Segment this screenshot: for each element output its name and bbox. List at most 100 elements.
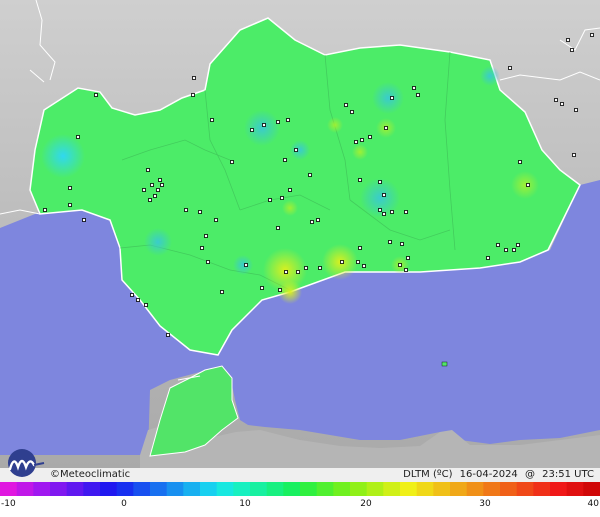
station-marker-icon[interactable] (350, 110, 354, 114)
station-marker-icon[interactable] (358, 246, 362, 250)
station-marker-icon[interactable] (398, 263, 402, 267)
station-marker-icon[interactable] (76, 135, 80, 139)
caption-date: 16-04-2024 (459, 469, 518, 480)
station-marker-icon[interactable] (560, 102, 564, 106)
station-marker-icon[interactable] (150, 183, 154, 187)
scale-swatch (50, 482, 68, 496)
scale-swatch (333, 482, 351, 496)
station-marker-icon[interactable] (496, 243, 500, 247)
station-marker-icon[interactable] (130, 293, 134, 297)
station-marker-icon[interactable] (512, 248, 516, 252)
station-marker-icon[interactable] (400, 242, 404, 246)
station-marker-icon[interactable] (378, 208, 382, 212)
station-marker-icon[interactable] (43, 208, 47, 212)
station-marker-icon[interactable] (278, 288, 282, 292)
station-marker-icon[interactable] (362, 264, 366, 268)
station-marker-icon[interactable] (590, 33, 594, 37)
station-marker-icon[interactable] (360, 138, 364, 142)
scale-swatch (150, 482, 168, 496)
station-marker-icon[interactable] (516, 243, 520, 247)
station-marker-icon[interactable] (296, 270, 300, 274)
station-marker-icon[interactable] (304, 266, 308, 270)
station-marker-icon[interactable] (94, 93, 98, 97)
station-marker-icon[interactable] (356, 260, 360, 264)
station-marker-icon[interactable] (554, 98, 558, 102)
station-marker-icon[interactable] (574, 108, 578, 112)
station-marker-icon[interactable] (486, 256, 490, 260)
station-marker-icon[interactable] (340, 260, 344, 264)
station-marker-icon[interactable] (160, 183, 164, 187)
copyright-symbol: © (50, 469, 60, 480)
station-marker-icon[interactable] (416, 93, 420, 97)
station-marker-icon[interactable] (358, 178, 362, 182)
station-marker-icon[interactable] (250, 128, 254, 132)
station-marker-icon[interactable] (382, 193, 386, 197)
station-marker-icon[interactable] (68, 186, 72, 190)
station-marker-icon[interactable] (166, 333, 170, 337)
warm-spot (327, 117, 343, 133)
station-marker-icon[interactable] (378, 180, 382, 184)
station-marker-icon[interactable] (142, 188, 146, 192)
station-marker-icon[interactable] (144, 303, 148, 307)
station-marker-icon[interactable] (504, 248, 508, 252)
station-marker-icon[interactable] (390, 210, 394, 214)
station-marker-icon[interactable] (404, 210, 408, 214)
station-marker-icon[interactable] (184, 208, 188, 212)
station-marker-icon[interactable] (148, 198, 152, 202)
station-marker-icon[interactable] (390, 96, 394, 100)
station-marker-icon[interactable] (230, 160, 234, 164)
station-marker-icon[interactable] (308, 173, 312, 177)
station-marker-icon[interactable] (310, 220, 314, 224)
station-marker-icon[interactable] (204, 234, 208, 238)
station-marker-icon[interactable] (508, 66, 512, 70)
station-marker-icon[interactable] (153, 194, 157, 198)
station-marker-icon[interactable] (210, 118, 214, 122)
station-marker-icon[interactable] (294, 148, 298, 152)
station-marker-icon[interactable] (406, 256, 410, 260)
station-marker-icon[interactable] (368, 135, 372, 139)
station-marker-icon[interactable] (566, 38, 570, 42)
station-marker-icon[interactable] (276, 120, 280, 124)
station-marker-icon[interactable] (146, 168, 150, 172)
station-marker-icon[interactable] (316, 218, 320, 222)
station-marker-icon[interactable] (284, 270, 288, 274)
station-marker-icon[interactable] (136, 298, 140, 302)
station-marker-icon[interactable] (280, 196, 284, 200)
station-marker-icon[interactable] (318, 266, 322, 270)
station-marker-icon[interactable] (288, 188, 292, 192)
scale-swatch (416, 482, 434, 496)
station-marker-icon[interactable] (262, 123, 266, 127)
station-marker-icon[interactable] (82, 218, 86, 222)
station-marker-icon[interactable] (404, 268, 408, 272)
station-marker-icon[interactable] (206, 260, 210, 264)
station-marker-icon[interactable] (412, 86, 416, 90)
station-marker-icon[interactable] (572, 153, 576, 157)
station-marker-icon[interactable] (344, 103, 348, 107)
station-marker-icon[interactable] (283, 158, 287, 162)
scale-tick: -10 (1, 499, 16, 509)
station-marker-icon[interactable] (220, 290, 224, 294)
station-marker-icon[interactable] (526, 183, 530, 187)
station-marker-icon[interactable] (214, 218, 218, 222)
station-marker-icon[interactable] (198, 210, 202, 214)
station-marker-icon[interactable] (286, 118, 290, 122)
station-marker-icon[interactable] (384, 126, 388, 130)
station-marker-icon[interactable] (388, 240, 392, 244)
station-marker-icon[interactable] (354, 140, 358, 144)
station-marker-icon[interactable] (268, 198, 272, 202)
station-marker-icon[interactable] (68, 203, 72, 207)
station-marker-icon[interactable] (191, 93, 195, 97)
scale-swatch (183, 482, 201, 496)
station-marker-icon[interactable] (244, 263, 248, 267)
station-marker-icon[interactable] (518, 160, 522, 164)
cold-spot (480, 66, 500, 86)
station-marker-icon[interactable] (200, 246, 204, 250)
station-marker-icon[interactable] (260, 286, 264, 290)
scale-swatch (366, 482, 384, 496)
station-marker-icon[interactable] (276, 226, 280, 230)
station-marker-icon[interactable] (192, 76, 196, 80)
station-marker-icon[interactable] (570, 48, 574, 52)
station-marker-icon[interactable] (382, 212, 386, 216)
station-marker-icon[interactable] (156, 188, 160, 192)
station-marker-icon[interactable] (158, 178, 162, 182)
